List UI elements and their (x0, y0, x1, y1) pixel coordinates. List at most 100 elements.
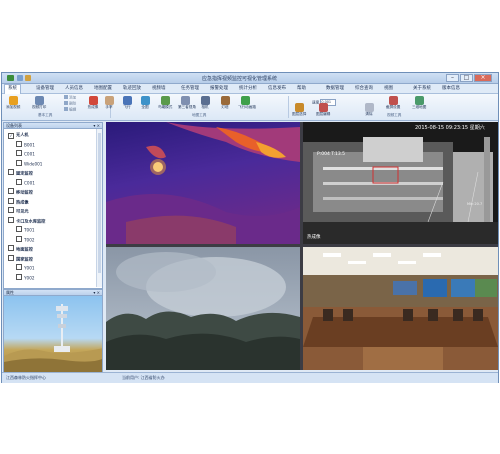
ribbon-add-item[interactable]: 添加 (64, 95, 76, 101)
menu-tab[interactable]: 地图配置 (91, 85, 115, 92)
menu-tab[interactable]: 人员信息 (62, 85, 86, 92)
tree-node-label: 可见光 (16, 208, 29, 214)
ribbon-button[interactable]: 图层选择 (292, 103, 306, 117)
ribbon-button-label: 图层选择 (292, 112, 307, 116)
tree-checkbox[interactable] (8, 207, 14, 213)
tree-checkbox[interactable] (16, 226, 22, 232)
ribbon-button[interactable]: 清除 (362, 103, 376, 117)
globe-icon (140, 96, 150, 105)
tree-checkbox[interactable] (16, 235, 22, 242)
ribbon-button[interactable]: 视频打印 (32, 96, 46, 110)
layer-select-icon (294, 103, 304, 112)
ribbon-delete-item[interactable]: 删除 (64, 101, 76, 107)
property-panel-header: 属性 ▾ × (3, 289, 103, 296)
tree-group-node[interactable]: 移动监控 (8, 188, 33, 195)
tree-checkbox[interactable] (16, 150, 22, 156)
ribbon-button[interactable]: 图层编辑 (316, 103, 330, 117)
ribbon-button-label: 手掌 (105, 105, 113, 109)
tree-node-label: 热成像 (16, 199, 29, 204)
menu-tab[interactable]: 视图 (381, 85, 396, 92)
tree-checkbox[interactable] (16, 178, 22, 185)
ribbon-button[interactable]: 灯塔 (218, 96, 232, 110)
tree-group-node[interactable]: 可见光 (8, 207, 29, 214)
close-button[interactable]: × (474, 74, 492, 82)
title-bar: 应急指挥视频监控可视化管理系统 – □ × (2, 73, 498, 84)
menu-tab[interactable]: 版本信息 (439, 85, 463, 92)
video-device-label: 热成像 (307, 235, 321, 240)
menu-tab[interactable]: 报警处理 (207, 85, 231, 92)
menu-tabs: 系统 设备管理 人员信息 地图配置 轨迹回放 视频墙 任务管理 报警处理 统计分析 信息发布 帮助 数… (2, 84, 498, 94)
camera-icon (200, 96, 210, 105)
ribbon-button[interactable]: 飞行 (120, 96, 134, 110)
ribbon-button[interactable]: 鸟瞰模式 (158, 96, 172, 110)
ribbon-button[interactable]: 飞行动画路 (238, 96, 256, 110)
tree-checkbox[interactable] (16, 159, 22, 166)
menu-tab[interactable]: 轨迹回放 (120, 85, 144, 92)
tree-device-node[interactable]: T001 (16, 226, 35, 233)
menu-tab[interactable]: 综合查询 (352, 85, 376, 92)
menu-tab[interactable]: 帮助 (294, 85, 309, 92)
ribbon-button-label: 鸟瞰模式 (158, 105, 173, 109)
tree-device-node[interactable]: C001 (16, 178, 35, 186)
save-icon[interactable] (17, 75, 23, 81)
tree-checkbox[interactable] (8, 169, 14, 175)
ribbon-button-label: 图层编辑 (316, 112, 331, 116)
video-cell-building[interactable]: 2015-08-15 09:23:15 星期六 P:004 T:13.5 热成像… (303, 122, 498, 244)
ribbon-edit-item[interactable]: 编辑 (64, 107, 76, 113)
tree-group-node[interactable]: 固定监控 (8, 169, 33, 176)
video-cell-command-center[interactable] (303, 247, 498, 370)
video-cell-thermal[interactable] (106, 122, 300, 244)
menu-tab[interactable]: 统计分析 (236, 85, 260, 92)
ribbon-button[interactable]: 相机 (198, 96, 212, 110)
tree-group-node[interactable]: 国家监控 (8, 254, 33, 262)
tree-device-node[interactable]: T002 (16, 235, 35, 243)
tree-checkbox[interactable] (8, 216, 14, 223)
tree-checkbox[interactable] (8, 245, 14, 251)
tree-checkbox[interactable] (8, 197, 14, 204)
tree-node-label: C001 (24, 180, 35, 185)
ribbon-button[interactable]: 第三者视角 (178, 96, 196, 110)
ribbon-button[interactable]: 热成像 (86, 96, 100, 110)
tree-group-node[interactable]: 地面监控 (8, 245, 33, 252)
tree-checkbox[interactable] (8, 188, 14, 194)
undo-icon[interactable] (25, 75, 31, 81)
tree-group-node[interactable]: 热成像 (8, 197, 29, 205)
tree-group-node[interactable]: ✓ 无人机 (8, 131, 29, 139)
tree-node-label: 移动监控 (16, 189, 33, 195)
pin-icon[interactable]: ▾ × (93, 123, 100, 128)
tree-checkbox[interactable] (16, 140, 22, 147)
tree-device-node[interactable]: C001 (16, 150, 35, 157)
ribbon-button[interactable]: 三维地图 (412, 96, 426, 110)
tree-node-label: T002 (24, 237, 35, 242)
tree-group-node[interactable]: 卡口及水库监控 (8, 216, 45, 224)
pin-icon[interactable]: ▾ × (93, 290, 100, 295)
tree-device-node[interactable]: B001 (16, 140, 35, 148)
ribbon-button[interactable]: 手掌 (102, 96, 116, 110)
tree-device-node[interactable]: Y001 (16, 264, 35, 271)
tree-checkbox[interactable] (8, 254, 14, 261)
ribbon-button[interactable]: 添加视频 (6, 96, 20, 110)
maximize-button[interactable]: □ (460, 74, 473, 82)
ribbon-button-label: 视频打印 (32, 105, 47, 109)
tree-checkbox[interactable] (16, 264, 22, 270)
tree-scrollbar[interactable] (96, 129, 102, 287)
menu-tab[interactable]: 关于系统 (410, 85, 434, 92)
menu-tab[interactable]: 信息发布 (265, 85, 289, 92)
tree-node-label: Wide001 (24, 161, 43, 166)
menu-tab[interactable]: 任务管理 (178, 85, 202, 92)
minimize-button[interactable]: – (446, 74, 459, 82)
menu-tab[interactable]: 数据管理 (323, 85, 347, 92)
menu-tab[interactable]: 设备管理 (33, 85, 57, 92)
ribbon-button-label: 三维地图 (412, 105, 427, 109)
menu-tab[interactable]: 视频墙 (149, 85, 169, 92)
tree-device-node[interactable]: Wide001 (16, 159, 43, 167)
ribbon-button[interactable]: 全图 (138, 96, 152, 110)
video-cell-forest-smoke[interactable] (106, 247, 300, 370)
device-tree: ✓ 无人机 B001 C001 Wide001 固定监控 C001 移动监控热成像可见光卡口及… (3, 129, 103, 289)
menu-tab[interactable]: 系统 (4, 84, 21, 94)
birdview-icon (160, 96, 170, 105)
ribbon-button[interactable]: 截屏设置 (386, 96, 400, 110)
tree-device-node[interactable]: Y002 (16, 273, 35, 281)
tree-checkbox[interactable] (16, 273, 22, 280)
tree-checkbox[interactable]: ✓ (8, 132, 14, 139)
